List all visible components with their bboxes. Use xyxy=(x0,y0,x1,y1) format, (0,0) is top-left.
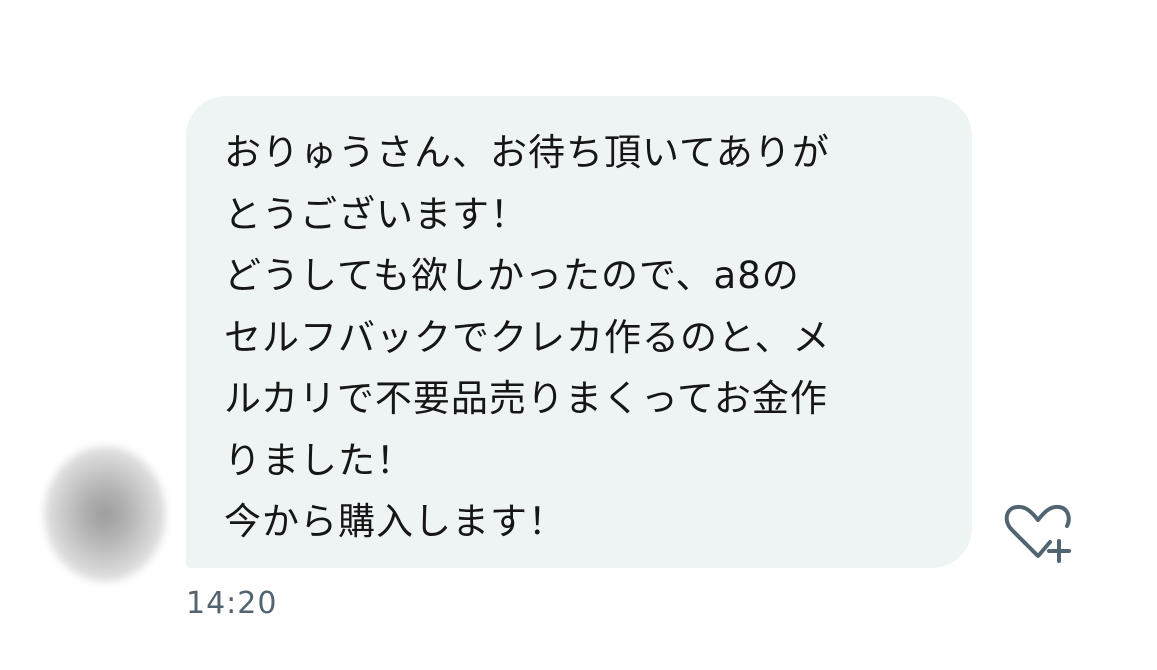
message-line: ルカリで不要品売りまくってお金作 xyxy=(224,377,828,420)
message-bubble[interactable]: おりゅうさん、お待ち頂いてありが とうございます！ どうしても欲しかったので、a… xyxy=(186,96,972,568)
message-line: セルフバックでクレカ作るのと、メ xyxy=(224,315,831,359)
avatar[interactable] xyxy=(44,446,166,582)
message-line: とうございます！ xyxy=(224,192,528,236)
message-line: どうしても欲しかったので、a8の xyxy=(224,254,800,297)
message-line: おりゅうさん、お待ち頂いてありが xyxy=(224,131,830,174)
message-timestamp: 14:20 xyxy=(186,586,278,621)
heart-plus-icon xyxy=(998,500,1078,570)
message-line: 今から購入します！ xyxy=(224,500,566,543)
add-reaction-button[interactable] xyxy=(998,500,1078,570)
message-line: りました！ xyxy=(224,438,414,482)
